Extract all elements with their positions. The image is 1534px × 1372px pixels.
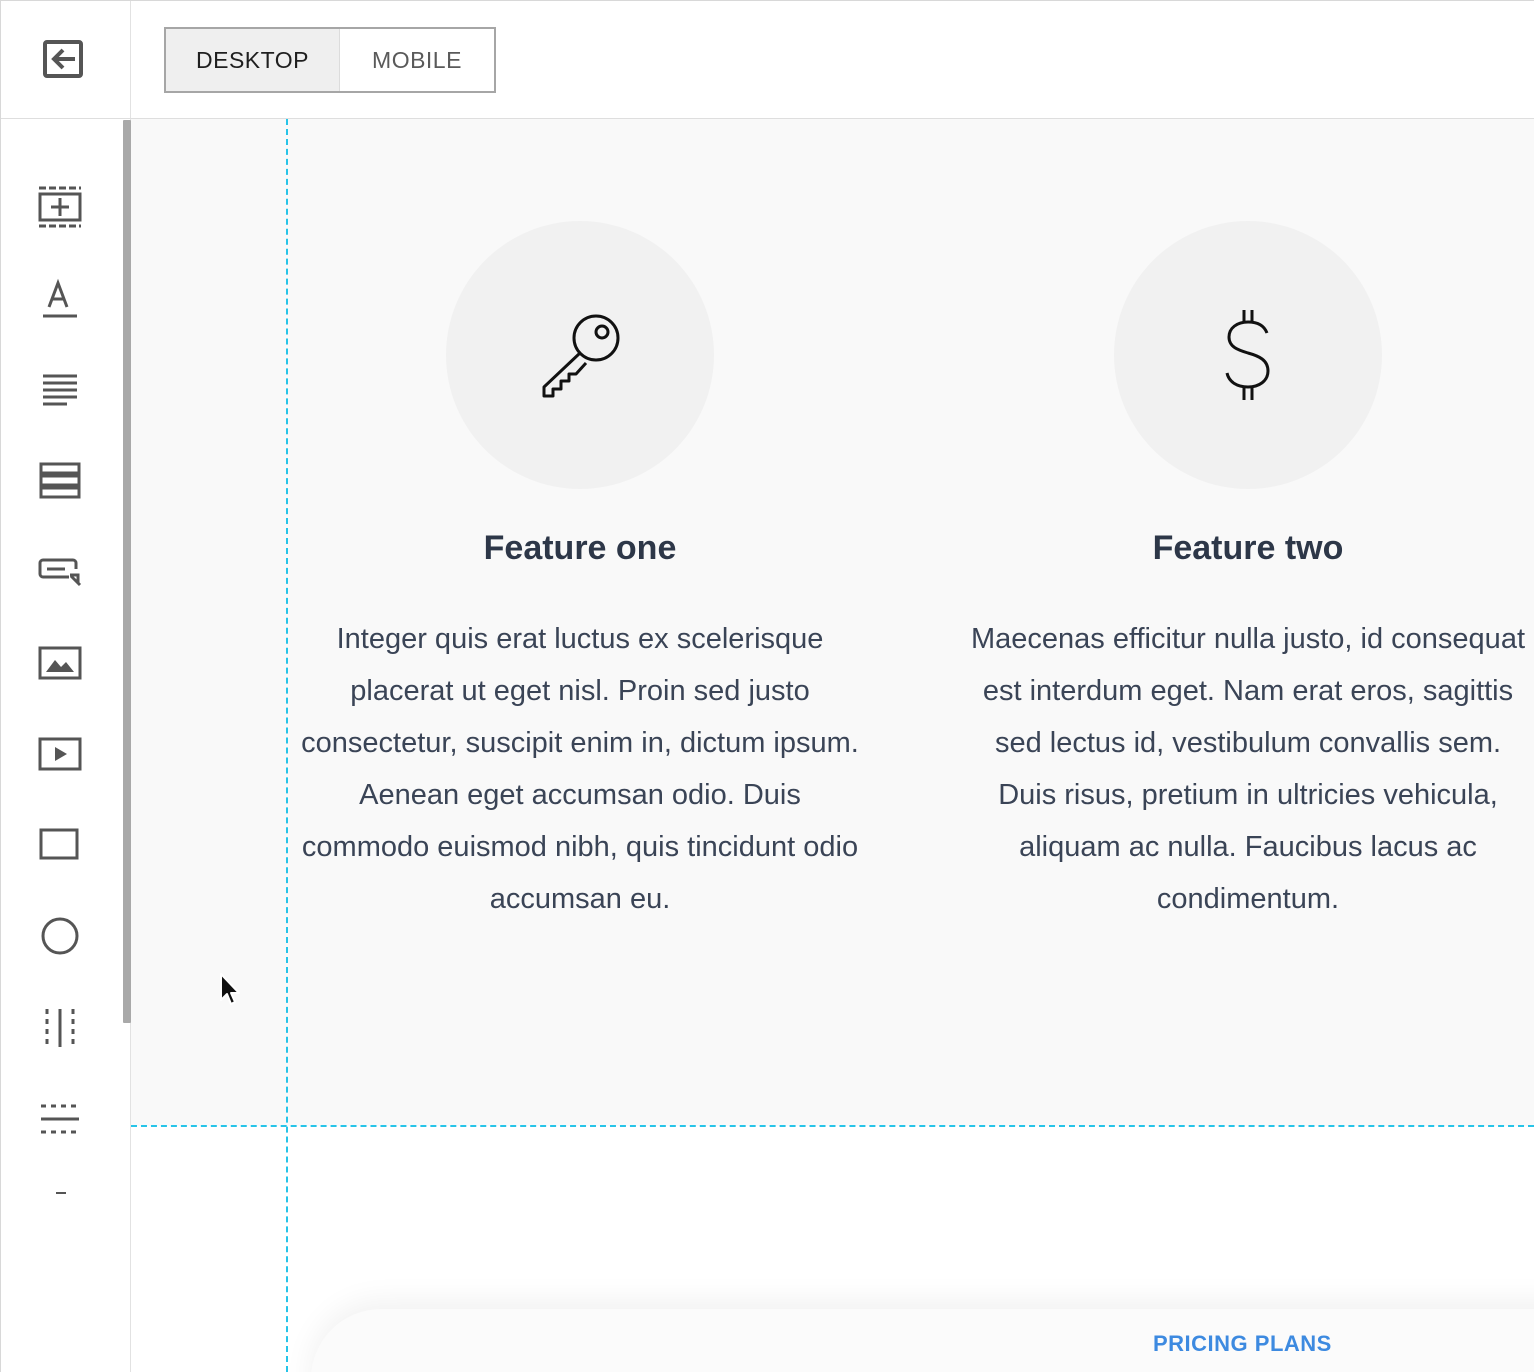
paragraph-icon — [43, 374, 77, 406]
rectangle-icon — [39, 828, 79, 860]
pricing-section[interactable] — [311, 1309, 1534, 1372]
tool-horizontal-divider[interactable] — [33, 1092, 87, 1146]
dollar-icon — [1225, 310, 1270, 400]
exit-editor-button[interactable] — [39, 37, 87, 81]
key-icon — [542, 314, 620, 398]
tool-more[interactable] — [33, 1160, 87, 1214]
editor-sidebar — [0, 0, 131, 1372]
editor-topbar: DESKTOP MOBILE — [131, 0, 1534, 119]
sidebar-header — [1, 0, 131, 119]
mobile-tab[interactable]: MOBILE — [340, 29, 494, 91]
video-icon — [38, 737, 82, 771]
device-toggle: DESKTOP MOBILE — [164, 27, 496, 93]
add-section-icon — [38, 186, 82, 228]
feature-two-text[interactable]: Maecenas efficitur nulla justo, id conse… — [968, 613, 1528, 925]
horizontal-divider-icon — [41, 1104, 79, 1134]
heading-icon — [43, 278, 77, 318]
button-icon — [38, 558, 82, 587]
tool-rectangle[interactable] — [33, 818, 87, 872]
tool-heading[interactable] — [33, 271, 87, 325]
sidebar-scrollbar[interactable] — [123, 120, 131, 1023]
pricing-plans-label[interactable]: PRICING PLANS — [1153, 1331, 1332, 1357]
feature-two-title[interactable]: Feature two — [963, 529, 1533, 568]
vertical-guide-line — [286, 119, 288, 1372]
tool-add-section[interactable] — [33, 180, 87, 234]
desktop-tab[interactable]: DESKTOP — [166, 29, 340, 91]
feature-one-title[interactable]: Feature one — [295, 529, 865, 568]
image-icon — [38, 646, 82, 680]
tool-vertical-divider[interactable] — [33, 1001, 87, 1055]
feature-one-icon-circle[interactable] — [446, 221, 714, 489]
tool-button[interactable] — [33, 545, 87, 599]
tool-image[interactable] — [33, 636, 87, 690]
feature-one-text[interactable]: Integer quis erat luctus ex scelerisque … — [300, 613, 860, 925]
feature-section[interactable]: Feature one Integer quis erat luctus ex … — [131, 119, 1534, 1126]
tool-circle[interactable] — [33, 909, 87, 963]
horizontal-guide-line — [131, 1125, 1534, 1127]
feature-two-icon-circle[interactable] — [1114, 221, 1382, 489]
tool-video[interactable] — [33, 727, 87, 781]
editor-canvas[interactable]: Feature one Integer quis erat luctus ex … — [131, 119, 1534, 1372]
vertical-divider-icon — [45, 1009, 75, 1047]
tool-list[interactable] — [33, 454, 87, 508]
more-icon — [56, 1192, 66, 1194]
exit-icon — [43, 40, 83, 78]
tool-paragraph[interactable] — [33, 362, 87, 416]
circle-icon — [41, 917, 79, 955]
list-icon — [39, 462, 81, 499]
